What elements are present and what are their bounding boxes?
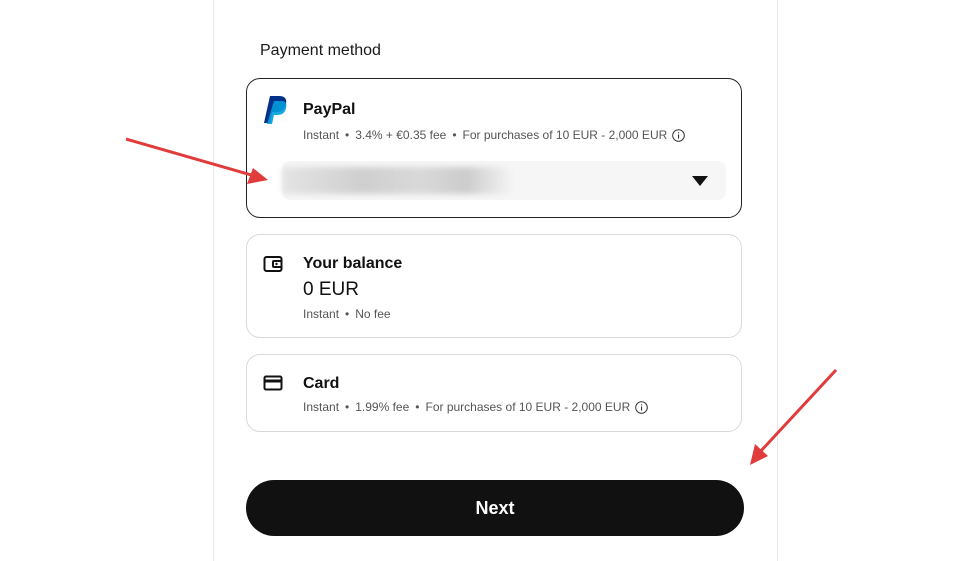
- next-button[interactable]: Next: [246, 480, 744, 536]
- balance-details: Instant • No fee: [303, 307, 391, 321]
- separator-dot: •: [415, 400, 420, 414]
- card-title: Card: [303, 375, 340, 392]
- card-fee: 1.99% fee: [355, 400, 410, 414]
- separator-dot: •: [345, 400, 350, 414]
- info-icon[interactable]: [635, 400, 649, 414]
- card-limits: For purchases of 10 EUR - 2,000 EUR: [425, 400, 631, 414]
- paypal-details: Instant • 3.4% + €0.35 fee • For purchas…: [303, 128, 686, 142]
- paypal-speed: Instant: [303, 128, 340, 142]
- card-details: Instant • 1.99% fee • For purchases of 1…: [303, 400, 649, 414]
- payment-option-card[interactable]: Card Instant • 1.99% fee • For purchases…: [246, 354, 742, 432]
- balance-fee: No fee: [355, 307, 391, 321]
- separator-dot: •: [452, 128, 457, 142]
- paypal-fee: 3.4% + €0.35 fee: [355, 128, 447, 142]
- credit-card-icon: [263, 375, 285, 396]
- separator-dot: •: [345, 128, 350, 142]
- separator-dot: •: [345, 307, 350, 321]
- caret-down-icon: [692, 176, 708, 186]
- wallet-icon: [263, 255, 285, 278]
- payment-option-paypal[interactable]: PayPal Instant • 3.4% + €0.35 fee • For …: [246, 78, 742, 218]
- payment-option-balance[interactable]: Your balance 0 EUR Instant • No fee: [246, 234, 742, 338]
- paypal-title: PayPal: [303, 101, 356, 118]
- info-icon[interactable]: [672, 128, 686, 142]
- paypal-logo-icon: [263, 95, 289, 130]
- paypal-limits: For purchases of 10 EUR - 2,000 EUR: [462, 128, 668, 142]
- balance-speed: Instant: [303, 307, 340, 321]
- balance-title: Your balance: [303, 255, 403, 272]
- paypal-account-dropdown[interactable]: [282, 161, 726, 200]
- payment-method-heading: Payment method: [260, 42, 381, 59]
- balance-amount: 0 EUR: [303, 279, 359, 300]
- redacted-account-value: [282, 167, 512, 194]
- card-speed: Instant: [303, 400, 340, 414]
